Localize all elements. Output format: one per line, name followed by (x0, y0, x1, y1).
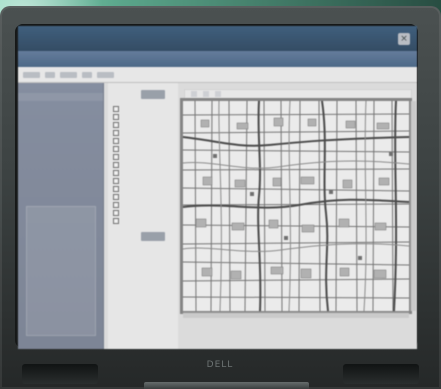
layer-item[interactable] (113, 217, 174, 224)
checkbox-icon[interactable] (113, 177, 119, 184)
toolbar-button-5[interactable] (97, 71, 114, 78)
keyboard-edge (144, 382, 309, 389)
checkbox-icon[interactable] (113, 209, 119, 216)
close-icon: × (400, 33, 408, 44)
toolbar-button-4[interactable] (82, 71, 92, 78)
left-sidebar (18, 83, 104, 349)
sidebar-item-2[interactable] (18, 105, 103, 113)
checkbox-icon[interactable] (113, 161, 119, 168)
map-horizontal-scrollbar[interactable] (183, 312, 409, 318)
map-tab-2[interactable] (203, 91, 209, 97)
layer-item[interactable] (113, 129, 174, 136)
map-vertical-scrollbar[interactable] (410, 101, 416, 311)
checkbox-icon[interactable] (113, 105, 119, 112)
sidebar-item-4[interactable] (18, 129, 103, 137)
layer-panel-bottom-button[interactable] (141, 232, 165, 241)
toolbar-button-3[interactable] (60, 71, 77, 78)
main-content (18, 83, 417, 349)
street-map[interactable] (182, 100, 410, 312)
layer-item[interactable] (113, 145, 174, 152)
checkbox-icon[interactable] (113, 145, 119, 152)
layer-panel-top-button[interactable] (141, 90, 165, 99)
laptop-photo: × DELL (0, 0, 441, 389)
checkbox-icon[interactable] (113, 113, 119, 120)
sidebar-item-3[interactable] (18, 117, 103, 125)
close-button[interactable]: × (398, 32, 410, 45)
checkbox-icon[interactable] (113, 193, 119, 200)
layer-panel (108, 83, 178, 349)
laptop-body: × DELL (0, 6, 441, 389)
layer-item[interactable] (113, 185, 174, 192)
window-titlebar: × (18, 26, 417, 51)
checkbox-icon[interactable] (113, 217, 119, 224)
layer-item[interactable] (113, 113, 174, 120)
layer-item[interactable] (113, 177, 174, 184)
right-speaker-grille (343, 364, 419, 384)
checkbox-icon[interactable] (113, 137, 119, 144)
layer-item[interactable] (113, 121, 174, 128)
checkbox-icon[interactable] (113, 153, 119, 160)
checkbox-icon[interactable] (113, 121, 119, 128)
layer-item[interactable] (113, 137, 174, 144)
checkbox-icon[interactable] (113, 185, 119, 192)
layer-item[interactable] (113, 169, 174, 176)
main-toolbar (18, 67, 417, 83)
laptop-brand-label: DELL (206, 360, 234, 370)
toolbar-button-2[interactable] (45, 71, 55, 78)
map-tab-3[interactable] (215, 91, 221, 97)
layer-item[interactable] (113, 209, 174, 216)
checkbox-icon[interactable] (113, 129, 119, 136)
sidebar-lower-panel (26, 206, 96, 336)
layer-item[interactable] (113, 193, 174, 200)
left-speaker-grille (22, 364, 98, 384)
app-header (18, 51, 417, 67)
checkbox-icon[interactable] (113, 201, 119, 208)
sidebar-item-1[interactable] (18, 93, 103, 101)
map-tab-1[interactable] (191, 91, 197, 97)
toolbar-button-1[interactable] (23, 71, 40, 78)
checkbox-icon[interactable] (113, 169, 119, 176)
layer-item[interactable] (113, 153, 174, 160)
layer-item[interactable] (113, 161, 174, 168)
map-viewport[interactable] (180, 98, 416, 318)
laptop-screen: × (18, 26, 417, 349)
layer-item[interactable] (113, 105, 174, 112)
layer-item[interactable] (113, 201, 174, 208)
